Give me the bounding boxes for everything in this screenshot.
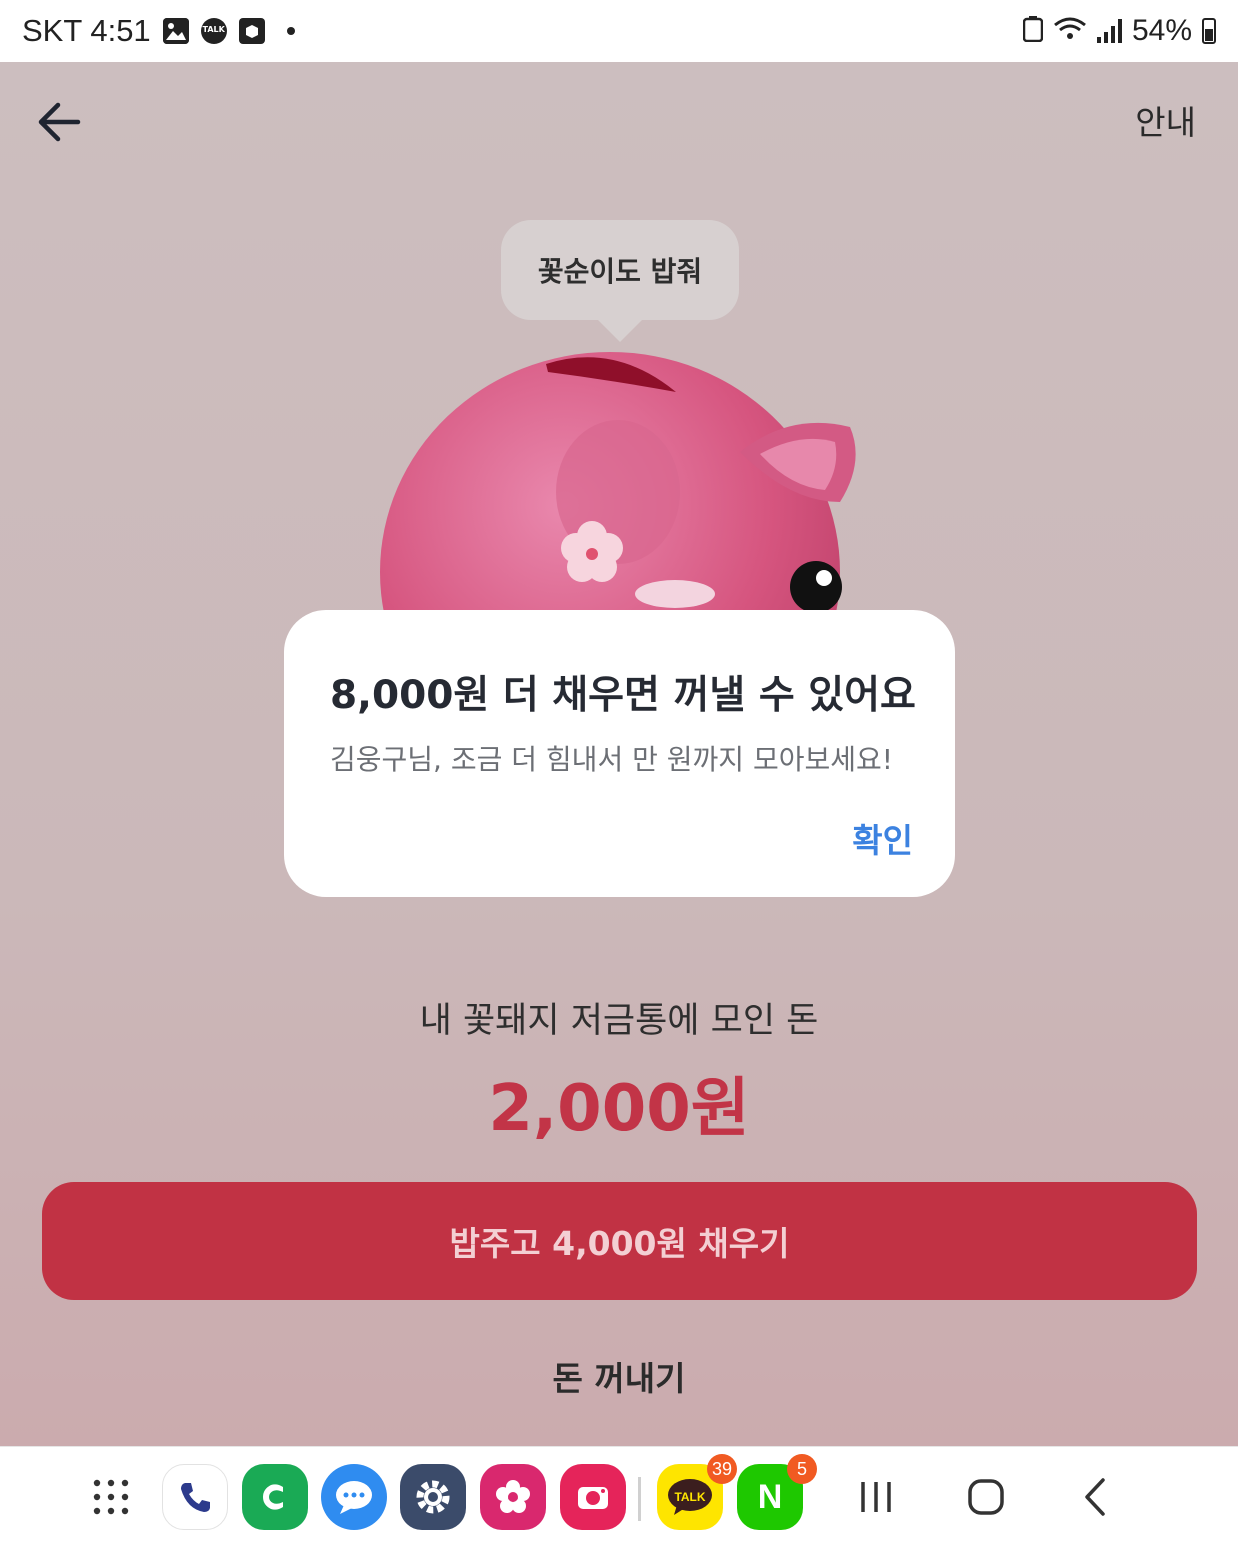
gallery-icon <box>162 18 189 44</box>
signal-icon <box>1096 19 1122 43</box>
guide-button[interactable]: 안내 <box>1135 96 1196 144</box>
battery-percent: 54% <box>1131 14 1192 47</box>
saved-money-amount: 2,000원 <box>488 1072 750 1146</box>
taskbar: TALK 39 N 5 <box>0 1446 1238 1546</box>
confirm-button[interactable]: 확인 <box>852 814 913 862</box>
alert-dialog: 8,000원 더 채우면 꺼낼 수 있어요 김웅구님, 조금 더 힘내서 만 원… <box>284 610 955 897</box>
speech-bubble-tail <box>596 318 644 342</box>
speech-bubble: 꽃순이도 밥줘 <box>501 220 739 320</box>
piggy-bank-illustration <box>380 352 856 612</box>
piggy-bank-screen: 안내 꽃순이도 밥줘 8,000원 더 채우면 꺼낼 수 있어요 김웅구님, 조… <box>0 62 1238 1446</box>
dialog-title: 8,000원 더 채우면 꺼낼 수 있어요 <box>330 673 916 718</box>
naver-icon: N 5 <box>737 1454 817 1530</box>
camera-app[interactable] <box>560 1464 626 1530</box>
nav-back-button[interactable] <box>1063 1464 1129 1530</box>
settings-icon <box>400 1464 466 1530</box>
naver-badge: 5 <box>787 1454 817 1484</box>
status-bar: SKT 4:51 TALK 54% <box>0 0 1238 62</box>
kakaotalk-icon: TALK <box>200 18 227 44</box>
phone-app[interactable] <box>162 1464 228 1530</box>
naver-app[interactable]: N 5 <box>737 1454 817 1530</box>
kakaotalk-label: TALK <box>674 1490 706 1504</box>
feed-and-fill-button[interactable]: 밥주고 4,000원 채우기 <box>42 1182 1197 1300</box>
settings-app[interactable] <box>400 1464 466 1530</box>
kakaotalk-app[interactable]: TALK 39 <box>657 1454 737 1530</box>
withdraw-money-button[interactable]: 돈 꺼내기 <box>0 1352 1238 1400</box>
wifi-icon <box>1053 16 1087 46</box>
carrier-time: SKT 4:51 <box>22 13 151 48</box>
phone-icon <box>162 1464 228 1530</box>
recents-icon <box>861 1482 891 1512</box>
box-icon <box>238 18 265 44</box>
naver-label: N <box>757 1477 783 1516</box>
recents-button[interactable] <box>843 1464 909 1530</box>
apps-grid-icon <box>93 1479 129 1515</box>
kakaotalk-badge: 39 <box>707 1454 737 1484</box>
line-c-icon <box>242 1464 308 1530</box>
apps-grid-button[interactable] <box>78 1464 144 1530</box>
messages-app[interactable] <box>321 1464 387 1530</box>
kakaotalk-icon: TALK 39 <box>657 1454 737 1530</box>
home-icon <box>968 1479 1004 1515</box>
more-notifications-dot <box>286 27 295 35</box>
flower-app[interactable] <box>480 1464 546 1530</box>
recycle-icon <box>1022 16 1044 46</box>
back-icon <box>1085 1478 1105 1516</box>
line-c-app[interactable] <box>242 1464 308 1530</box>
dock-divider <box>638 1477 641 1521</box>
back-button[interactable] <box>30 92 90 152</box>
camera-icon <box>560 1464 626 1530</box>
dialog-message: 김웅구님, 조금 더 힘내서 만 원까지 모아보세요! <box>330 743 893 776</box>
arrow-left-icon <box>38 102 81 142</box>
saved-money-label: 내 꽃돼지 저금통에 모인 돈 <box>419 1001 819 1041</box>
home-button[interactable] <box>953 1464 1019 1530</box>
battery-icon <box>1202 18 1216 44</box>
messages-icon <box>321 1464 387 1530</box>
flower-app-icon <box>480 1464 546 1530</box>
